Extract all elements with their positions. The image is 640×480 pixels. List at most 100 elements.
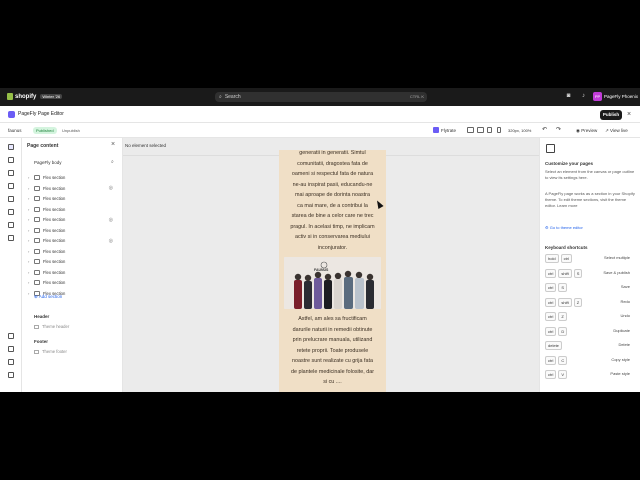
shortcuts-title: Keyboard shortcuts: [545, 245, 588, 250]
chevron-right-icon[interactable]: ›: [28, 175, 31, 180]
theme-header-item[interactable]: Theme header: [34, 324, 69, 329]
editor-canvas[interactable]: No element selected generatii in generat…: [123, 138, 539, 392]
flex-section-item[interactable]: › Flex section: [28, 205, 120, 214]
flex-section-item[interactable]: › Flex section: [28, 194, 120, 203]
gear-icon[interactable]: [8, 222, 14, 228]
shortcut-row: ctrl C Copy style: [545, 355, 635, 365]
chevron-right-icon[interactable]: ›: [28, 291, 31, 296]
team-photo-image: [284, 257, 381, 309]
shopify-logo[interactable]: shopify Winter '26: [7, 93, 63, 100]
viewport-size[interactable]: 320px, 100%: [508, 128, 531, 133]
section-label: Flex section: [43, 175, 66, 180]
search-icon: ⌕: [219, 94, 222, 100]
shortcut-action: Save: [620, 284, 630, 289]
theme-footer-item[interactable]: Theme footer: [34, 349, 67, 354]
layers-icon[interactable]: [8, 144, 14, 150]
flex-section-item[interactable]: › Flex section: [28, 173, 120, 182]
store-name[interactable]: faunus: [8, 128, 22, 133]
section-label: Flex section: [43, 227, 66, 233]
view-live-button[interactable]: ↗ View live: [605, 128, 628, 134]
chat-icon[interactable]: [8, 372, 14, 378]
bell-icon[interactable]: ♪: [580, 93, 587, 100]
section-icon: [34, 185, 40, 191]
paragraph-bottom[interactable]: Astfel, am ales sa fructificam darurile …: [279, 314, 386, 388]
outline-search-icon[interactable]: ⌕: [111, 159, 114, 165]
theme-footer-label: Theme footer: [42, 349, 67, 354]
history-icon[interactable]: [8, 235, 14, 241]
eye-icon[interactable]: ◎: [109, 185, 113, 191]
shortcut-key: ctrl: [545, 283, 557, 292]
shortcut-key: D: [558, 326, 568, 336]
global-style-icon[interactable]: [8, 183, 14, 189]
add-section-label: Add section: [38, 294, 63, 299]
chevron-right-icon[interactable]: ›: [28, 196, 31, 201]
theme-editor-label: Go to theme editor: [549, 225, 583, 230]
chevron-right-icon[interactable]: ›: [28, 228, 31, 233]
elements-icon[interactable]: [8, 157, 14, 163]
shortcut-key: shift: [558, 297, 572, 307]
flex-section-item[interactable]: › Flex section ◎: [28, 236, 120, 245]
section-icon: [34, 196, 40, 201]
undo-icon[interactable]: ↶: [542, 126, 547, 133]
chevron-right-icon[interactable]: ›: [28, 207, 31, 212]
close-icon[interactable]: ×: [627, 110, 631, 120]
redo-icon[interactable]: ↷: [556, 126, 561, 133]
flex-section-item[interactable]: › Flex section: [28, 268, 120, 277]
mobile-device-icon[interactable]: [497, 127, 501, 133]
laptop-device-icon[interactable]: [477, 127, 484, 133]
section-label: Flex section: [43, 259, 66, 264]
info-icon[interactable]: [8, 359, 14, 365]
theme-editor-link[interactable]: ⚙ Go to theme editor: [545, 225, 583, 230]
section-label: Flex section: [43, 248, 66, 254]
preview-button[interactable]: ◉ Preview: [576, 128, 597, 134]
flex-section-item[interactable]: › Flex section ◎: [28, 215, 120, 224]
shopify-brand: shopify: [15, 93, 37, 100]
footer-icon: [34, 349, 39, 354]
section-icon: [34, 217, 40, 222]
chevron-right-icon[interactable]: ›: [28, 280, 31, 285]
integrations-icon[interactable]: [8, 196, 14, 202]
store-icon[interactable]: ◙: [565, 93, 572, 100]
section-icon: [34, 248, 40, 254]
panel-close-icon[interactable]: ×: [111, 141, 115, 148]
chevron-right-icon[interactable]: ›: [28, 186, 31, 191]
eye-icon[interactable]: ◎: [109, 217, 113, 223]
chevron-right-icon[interactable]: ›: [28, 217, 31, 222]
code-icon[interactable]: [8, 346, 14, 352]
shortcut-key: delete: [545, 341, 562, 350]
global-search[interactable]: ⌕ Search CTRL K: [215, 92, 427, 102]
page-preview[interactable]: generatii in generatii. Simtul comunitat…: [279, 150, 386, 392]
theme-header-label: Theme header: [42, 324, 70, 329]
flex-section-item[interactable]: › Flex section ◎: [28, 184, 120, 193]
chevron-right-icon[interactable]: ›: [28, 259, 31, 264]
chevron-right-icon[interactable]: ›: [28, 270, 31, 275]
shortcut-action: Duplicate: [613, 327, 630, 333]
chevron-right-icon[interactable]: ›: [28, 249, 31, 254]
eye-icon[interactable]: ◎: [109, 238, 113, 244]
flytrate-button[interactable]: Flytrate: [433, 127, 456, 133]
desktop-device-icon[interactable]: [467, 127, 474, 133]
chevron-right-icon[interactable]: ›: [28, 238, 31, 243]
unpublish-link[interactable]: Unpublish: [62, 128, 80, 133]
shortcut-row: ctrl shift S Save & publish: [545, 268, 635, 278]
photo-caption: FAUNUS: [314, 268, 329, 272]
add-section-button[interactable]: ⊕ Add section: [34, 294, 62, 300]
help-icon[interactable]: [8, 333, 14, 339]
flex-section-item[interactable]: › Flex section: [28, 247, 120, 256]
flex-section-item[interactable]: › Flex section: [28, 226, 120, 235]
section-label: Flex section: [43, 269, 66, 275]
paragraph-top[interactable]: generatii in generatii. Simtul comunitat…: [279, 150, 386, 253]
avatar: PP: [593, 92, 602, 101]
flex-section-item[interactable]: › Flex section: [28, 257, 120, 266]
flex-section-item[interactable]: › Flex section: [28, 278, 120, 287]
shortcut-key: V: [558, 370, 568, 379]
page-settings-icon[interactable]: [8, 209, 14, 215]
shortcut-row: hold ctrl Select multiple: [545, 254, 635, 263]
header-group: Header: [34, 314, 50, 319]
team-photo[interactable]: FAUNUS: [284, 257, 381, 309]
tablet-device-icon[interactable]: [487, 127, 492, 133]
pagefly-body-label[interactable]: PageFly body: [34, 160, 62, 165]
publish-button[interactable]: Publish: [600, 110, 622, 120]
theme-icon[interactable]: [8, 170, 14, 176]
account-menu[interactable]: PP PageFly Phoenix: [593, 92, 638, 101]
